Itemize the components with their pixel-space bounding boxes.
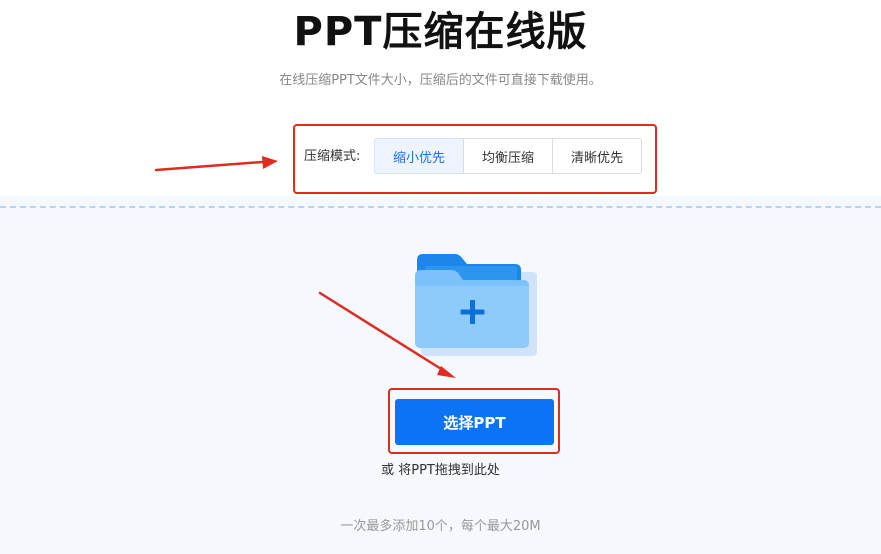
mode-option-balanced[interactable]: 均衡压缩: [463, 138, 553, 174]
select-ppt-button[interactable]: 选择PPT: [395, 399, 554, 445]
folder-plus-icon[interactable]: [415, 250, 537, 356]
drop-zone-dashed-border: [0, 206, 881, 208]
mode-option-clarity-first[interactable]: 清晰优先: [552, 138, 642, 174]
upload-limit-note: 一次最多添加10个，每个最大20M: [340, 519, 541, 534]
compression-mode-selector: 缩小优先 均衡压缩 清晰优先: [374, 138, 642, 174]
compression-mode-label: 压缩模式:: [304, 149, 361, 164]
arrow-to-mode-selector: [154, 156, 278, 172]
drag-drop-hint: 或 将PPT拖拽到此处: [381, 463, 500, 478]
page-title: PPT压缩在线版: [293, 9, 588, 55]
page-subtitle: 在线压缩PPT文件大小，压缩后的文件可直接下载使用。: [279, 73, 602, 88]
mode-option-smaller-first[interactable]: 缩小优先: [374, 138, 464, 174]
